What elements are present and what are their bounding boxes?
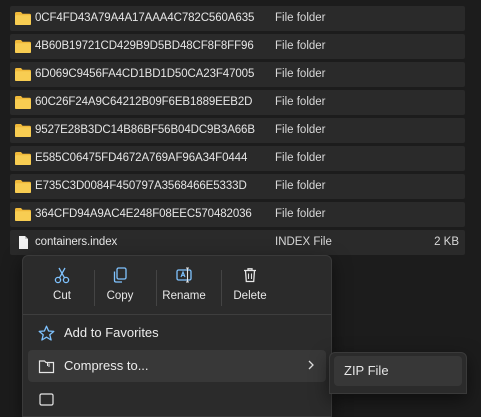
rename-button[interactable]: Rename (153, 264, 215, 312)
folder-icon (15, 68, 31, 81)
folder-icon (15, 152, 31, 165)
rename-icon (176, 267, 192, 283)
zip-folder-icon (38, 360, 55, 374)
file-name: E735C3D0084F450797A3568466E5333D (35, 180, 247, 192)
cut-button[interactable]: Cut (31, 264, 93, 312)
zip-file-label: ZIP File (344, 363, 389, 378)
folder-icon (15, 180, 31, 193)
quick-actions-bar: Cut Copy Rename Delete (31, 260, 321, 312)
file-row[interactable]: 364CFD94A9AC4E248F08EEC570482036 File fo… (10, 202, 465, 227)
file-row[interactable]: E735C3D0084F450797A3568466E5333D File fo… (10, 174, 465, 199)
compress-submenu: ZIP File (329, 352, 467, 394)
file-type: File folder (275, 180, 326, 192)
file-name: E585C06475FD4672A769AF96A34F0444 (35, 152, 248, 164)
folder-icon (15, 208, 31, 221)
add-to-favorites-label: Add to Favorites (64, 325, 159, 340)
chevron-right-icon (308, 360, 314, 370)
file-name: 6D069C9456FA4CD1BD1D50CA23F47005 (35, 68, 255, 80)
star-icon (38, 325, 55, 341)
file-row[interactable]: E585C06475FD4672A769AF96A34F0444 File fo… (10, 146, 465, 171)
cut-label: Cut (53, 290, 71, 302)
file-type: File folder (275, 124, 326, 136)
file-name: containers.index (35, 236, 118, 248)
file-type: INDEX File (275, 236, 332, 248)
compress-to-label: Compress to... (64, 358, 149, 373)
file-name: 9527E28B3DC14B86BF56B04DC9B3A66B (35, 124, 255, 136)
file-list: 0CF4FD43A79A4A17AAA4C782C560A635 File fo… (10, 6, 465, 258)
copy-label: Copy (106, 290, 134, 302)
compress-to-item[interactable]: Compress to... (28, 350, 326, 382)
path-icon (39, 393, 54, 406)
zip-file-item[interactable]: ZIP File (334, 356, 462, 386)
context-menu: Cut Copy Rename Delete Add to Favorites … (22, 255, 332, 417)
folder-icon (15, 124, 31, 137)
menu-divider (23, 314, 331, 315)
delete-label: Delete (233, 290, 267, 302)
delete-button[interactable]: Delete (219, 264, 281, 312)
file-row[interactable]: 4B60B19721CD429B9D5BD48CF8F8FF96 File fo… (10, 34, 465, 59)
copy-as-path-item[interactable] (28, 383, 326, 415)
file-type: File folder (275, 40, 326, 52)
file-type: File folder (275, 208, 326, 220)
add-to-favorites-item[interactable]: Add to Favorites (28, 317, 326, 349)
copy-icon (113, 267, 127, 283)
scissors-icon (54, 267, 70, 284)
folder-icon (15, 40, 31, 53)
trash-icon (244, 268, 256, 283)
file-row[interactable]: containers.index INDEX File 2 KB (10, 230, 465, 255)
copy-button[interactable]: Copy (89, 264, 151, 312)
file-row[interactable]: 6D069C9456FA4CD1BD1D50CA23F47005 File fo… (10, 62, 465, 87)
file-type: File folder (275, 96, 326, 108)
file-name: 0CF4FD43A79A4A17AAA4C782C560A635 (35, 12, 255, 24)
file-type: File folder (275, 12, 326, 24)
file-name: 364CFD94A9AC4E248F08EEC570482036 (35, 208, 252, 220)
file-type: File folder (275, 152, 326, 164)
folder-icon (15, 12, 31, 25)
rename-label: Rename (162, 290, 206, 302)
file-row[interactable]: 9527E28B3DC14B86BF56B04DC9B3A66B File fo… (10, 118, 465, 143)
file-size: 2 KB (434, 236, 459, 248)
file-row[interactable]: 0CF4FD43A79A4A17AAA4C782C560A635 File fo… (10, 6, 465, 31)
file-type: File folder (275, 68, 326, 80)
file-name: 60C26F24A9C64212B09F6EB1889EEB2D (35, 96, 253, 108)
file-icon (19, 236, 28, 249)
file-row[interactable]: 60C26F24A9C64212B09F6EB1889EEB2D File fo… (10, 90, 465, 115)
folder-icon (15, 96, 31, 109)
file-name: 4B60B19721CD429B9D5BD48CF8F8FF96 (35, 40, 254, 52)
